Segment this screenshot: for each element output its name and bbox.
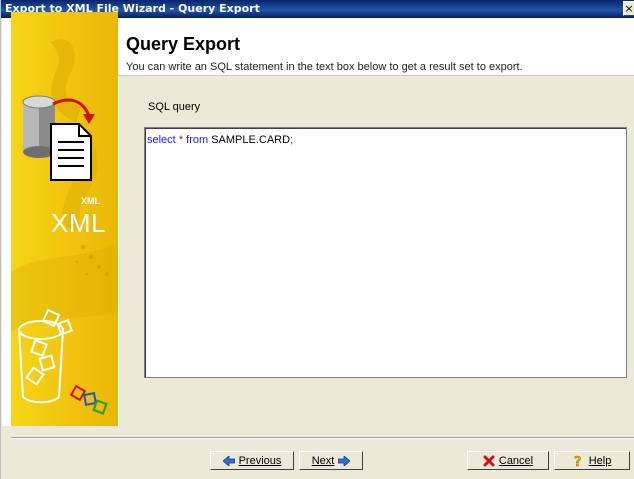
sql-query-textarea[interactable]: select * from SAMPLE.CARD;: [144, 127, 627, 378]
cancel-x-icon: [483, 455, 495, 466]
xml-big-label: XML: [51, 208, 106, 238]
page-title: Query Export: [126, 34, 241, 54]
sql-query-label: SQL query: [148, 101, 201, 113]
sql-query-text: select * from SAMPLE.CARD;: [147, 134, 293, 146]
cancel-button-label: Cancel: [498, 454, 534, 467]
sql-star-token: *: [178, 134, 184, 146]
cancel-button[interactable]: Cancel: [467, 451, 549, 470]
basket-icon: [18, 308, 108, 415]
right-arrow-icon: [338, 455, 351, 466]
document-icon: [50, 123, 92, 181]
help-button-label: Help: [588, 454, 612, 467]
sql-keyword-select: select: [147, 134, 176, 146]
svg-text:?: ?: [574, 455, 582, 467]
footer-divider: [11, 437, 634, 438]
help-button[interactable]: ? Help: [554, 451, 630, 470]
next-button[interactable]: Next: [299, 451, 363, 470]
sql-table-name: SAMPLE.CARD: [211, 134, 291, 146]
left-arrow-icon: [222, 455, 235, 466]
previous-button-label: Previous: [238, 454, 282, 467]
help-question-icon: ?: [573, 455, 582, 467]
wizard-window: Export to XML File Wizard - Query Export…: [0, 0, 634, 479]
wizard-banner: XML XML: [11, 12, 118, 426]
next-button-label: Next: [311, 454, 335, 467]
sql-semicolon-token: ;: [290, 134, 294, 146]
xml-small-label: XML: [81, 196, 100, 206]
sql-keyword-from: from: [186, 134, 209, 146]
page-description: You can write an SQL statement in the te…: [126, 61, 523, 73]
previous-button[interactable]: Previous: [210, 451, 294, 470]
close-button[interactable]: ×: [623, 1, 634, 16]
